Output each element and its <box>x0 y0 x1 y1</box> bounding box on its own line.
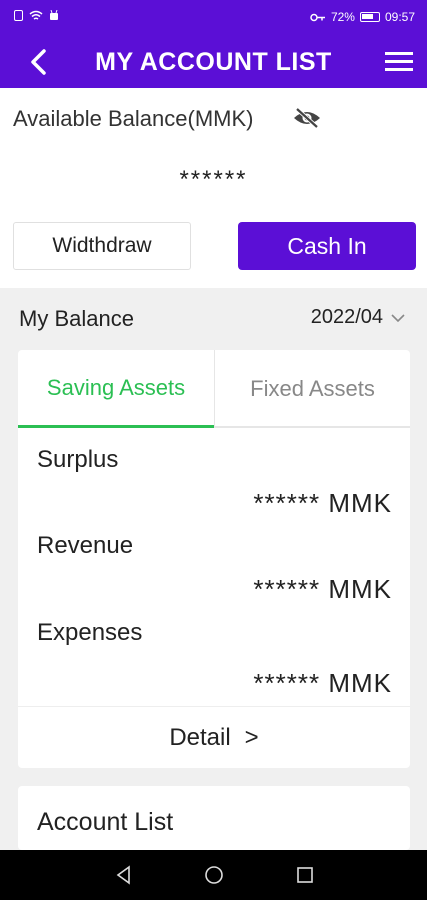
available-balance-value: ****** <box>179 166 248 193</box>
nav-home-icon[interactable] <box>203 864 225 886</box>
status-icons-left <box>14 10 59 21</box>
wifi-icon <box>29 10 43 20</box>
app-bar: MY ACCOUNT LIST <box>0 36 427 88</box>
status-icons-right: 72% 09:57 <box>310 10 415 24</box>
status-bar: 72% 09:57 <box>0 0 427 36</box>
key-icon <box>310 13 325 21</box>
account-list-label: Account List <box>37 808 174 836</box>
sim-icon <box>14 10 23 21</box>
page-title: MY ACCOUNT LIST <box>95 48 332 76</box>
tab-saving-assets[interactable]: Saving Assets <box>18 350 214 428</box>
expenses-value: ****** MMK <box>253 668 392 698</box>
detail-button[interactable]: Detail > <box>18 706 410 768</box>
period-value: 2022/04 <box>310 306 383 328</box>
tab-fixed-assets[interactable]: Fixed Assets <box>214 350 410 428</box>
account-list-card[interactable]: Account List <box>18 786 410 850</box>
android-icon <box>50 10 58 20</box>
surplus-value: ****** MMK <box>253 488 392 518</box>
expenses-label: Expenses <box>37 619 143 646</box>
asset-tabs: Saving Assets Fixed Assets <box>18 350 410 428</box>
eye-off-icon[interactable] <box>292 106 322 130</box>
withdraw-button[interactable]: Widthdraw <box>13 222 191 270</box>
chevron-right-icon: > <box>244 723 259 751</box>
revenue-value: ****** MMK <box>253 574 392 604</box>
balance-section: Available Balance(MMK) ****** Widthdraw … <box>0 88 427 288</box>
surplus-label: Surplus <box>37 446 119 473</box>
balance-card: Saving Assets Fixed Assets Surplus *****… <box>18 350 410 768</box>
my-balance-label: My Balance <box>19 306 134 331</box>
system-nav-bar <box>0 850 427 900</box>
my-balance-row: My Balance 2022/04 <box>0 288 427 350</box>
battery-percent: 72% <box>330 10 355 24</box>
chevron-down-icon <box>391 313 405 322</box>
hamburger-menu-icon[interactable] <box>385 51 413 73</box>
period-selector[interactable]: 2022/04 <box>311 306 405 329</box>
clock: 09:57 <box>384 10 415 24</box>
nav-recents-icon[interactable] <box>294 864 316 886</box>
battery-icon <box>359 12 380 22</box>
nav-back-icon[interactable] <box>113 864 135 886</box>
revenue-label: Revenue <box>37 532 134 559</box>
cash-in-button[interactable]: Cash In <box>238 222 416 270</box>
detail-label: Detail <box>169 723 231 751</box>
available-balance-label: Available Balance(MMK) <box>13 106 254 131</box>
